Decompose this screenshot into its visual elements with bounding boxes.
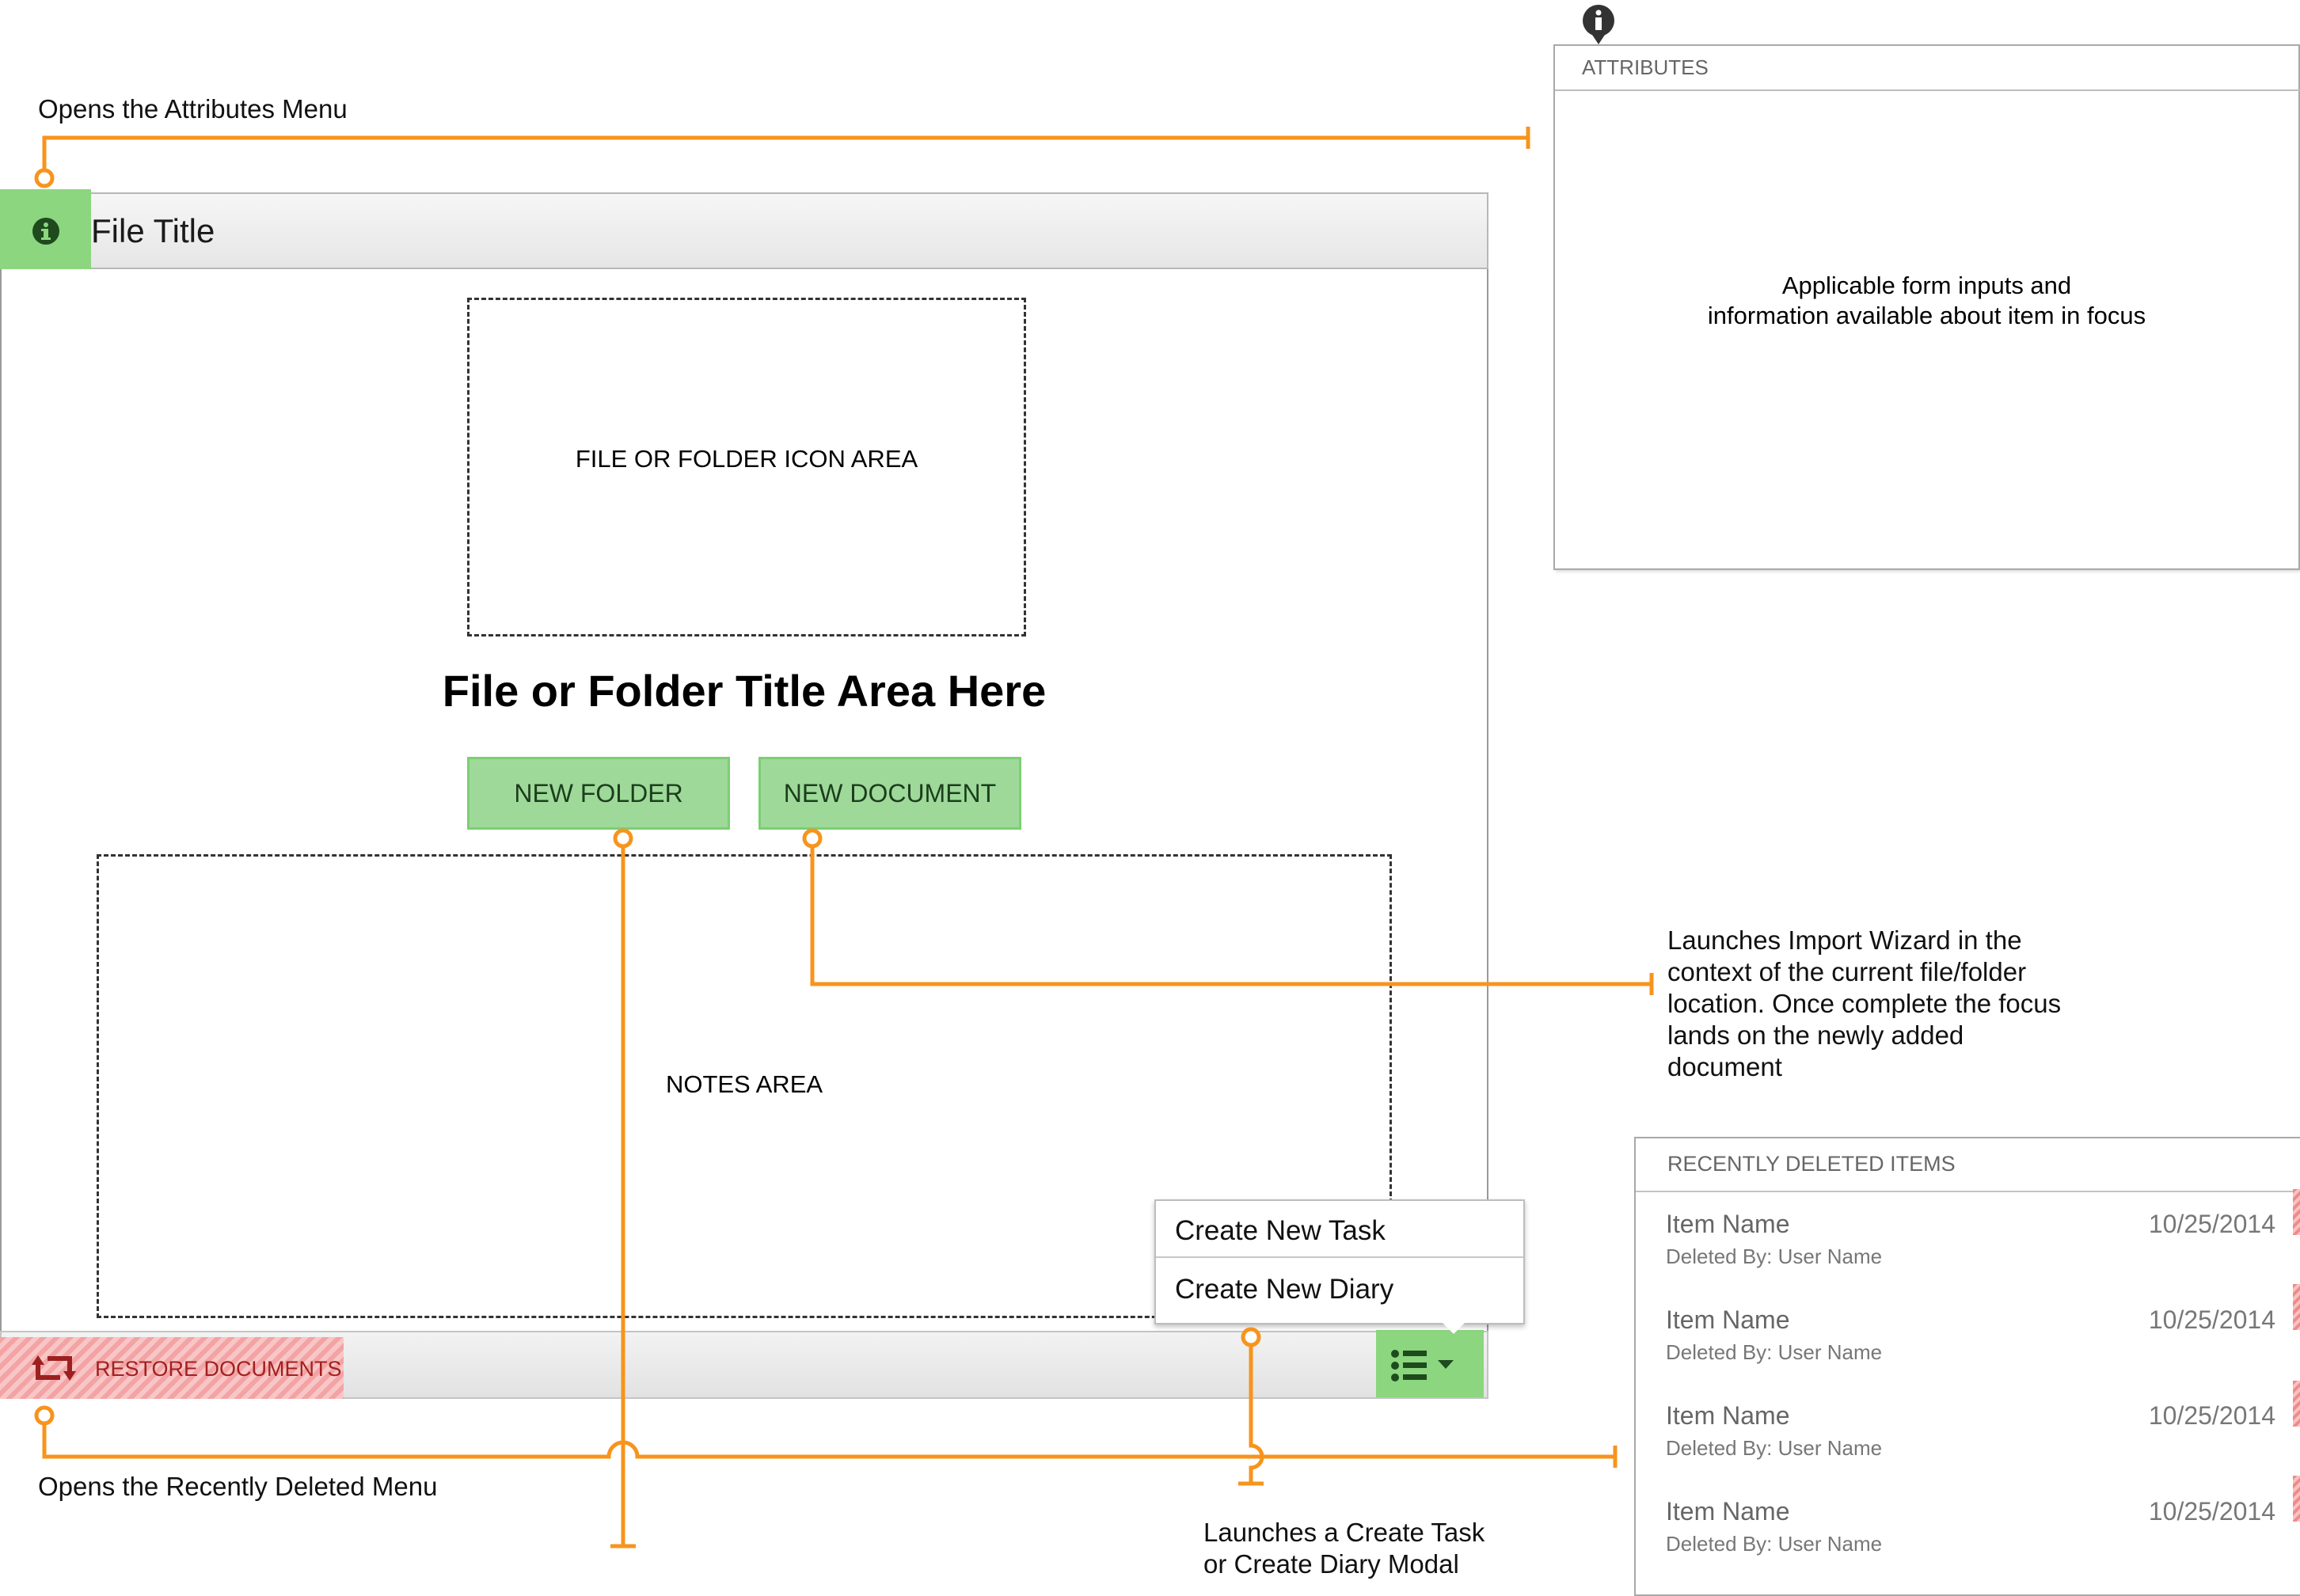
annotation-import-wizard: Launches Import Wizard in the context of… [1667,925,2061,1083]
annotation-line: lands on the newly added [1667,1020,1964,1050]
annotation-line: Launches Import Wizard in the [1667,925,2022,955]
annotation-connectors [34,127,1654,1548]
annotation-line: document [1667,1052,1782,1081]
annotation-line: or Create Diary Modal [1203,1549,1459,1579]
annotation-line: location. Once complete the focus [1667,989,2062,1018]
annotation-line: Launches a Create Task [1203,1518,1485,1547]
annotation-recently-deleted: Opens the Recently Deleted Menu [38,1472,438,1501]
annotation-create-task: Launches a Create Task or Create Diary M… [1203,1517,1485,1580]
annotation-line: context of the current file/folder [1667,957,2027,986]
annotation-attributes-menu: Opens the Attributes Menu [38,94,348,124]
